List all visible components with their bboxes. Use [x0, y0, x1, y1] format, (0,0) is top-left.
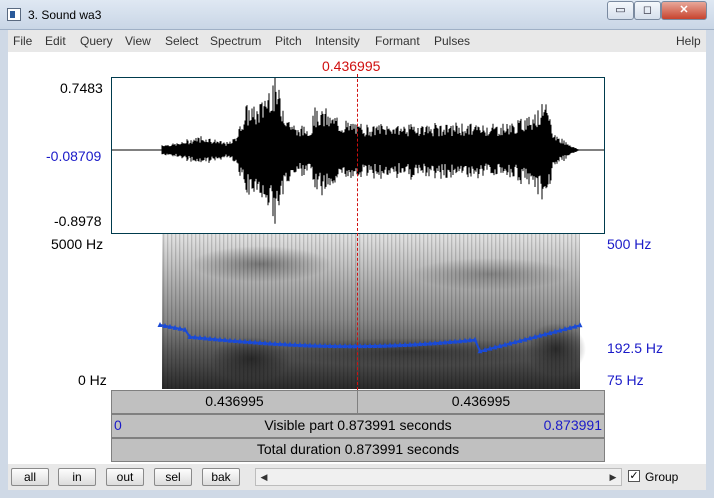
pitch-top-label: 500 Hz: [607, 236, 652, 252]
time-bar[interactable]: 0.436995 0.436995: [111, 390, 605, 414]
pitch-bottom-label: 75 Hz: [607, 372, 644, 388]
zoom-in-button[interactable]: in: [58, 468, 96, 486]
wave-min-label: -0.8978: [54, 213, 102, 229]
bottom-toolbar: all in out sel bak ◀ ▶ ✓ Group: [0, 464, 714, 490]
window-title: 3. Sound wa3: [28, 8, 102, 22]
cursor-line: [357, 74, 358, 390]
visible-end-value: 0.873991: [543, 417, 602, 433]
app-icon: [7, 8, 21, 21]
wave-max-label: 0.7483: [60, 80, 103, 96]
menu-formant[interactable]: Formant: [375, 34, 420, 48]
scroll-right-icon[interactable]: ▶: [605, 469, 621, 485]
menu-pulses[interactable]: Pulses: [434, 34, 470, 48]
spectrogram-panel[interactable]: [111, 234, 605, 389]
spectrogram-plot: [157, 234, 586, 389]
menu-spectrum[interactable]: Spectrum: [210, 34, 261, 48]
time-right-value[interactable]: 0.436995: [358, 393, 604, 409]
menu-edit[interactable]: Edit: [45, 34, 66, 48]
total-duration-label: Total duration 0.873991 seconds: [256, 441, 460, 457]
waveform-plot: [112, 78, 604, 224]
menu-bar: File Edit Query View Select Spectrum Pit…: [0, 30, 714, 52]
zoom-all-button[interactable]: all: [11, 468, 49, 486]
title-bar: 3. Sound wa3 ▭ ◻ ✕: [0, 0, 714, 30]
menu-intensity[interactable]: Intensity: [315, 34, 360, 48]
scroll-left-icon[interactable]: ◀: [256, 469, 272, 485]
maximize-button[interactable]: ◻: [634, 1, 661, 20]
menu-pitch[interactable]: Pitch: [275, 34, 302, 48]
menu-help[interactable]: Help: [676, 34, 701, 48]
menu-file[interactable]: File: [13, 34, 32, 48]
zoom-back-button[interactable]: bak: [202, 468, 240, 486]
time-left-value[interactable]: 0.436995: [112, 393, 357, 409]
menu-view[interactable]: View: [125, 34, 151, 48]
zoom-sel-button[interactable]: sel: [154, 468, 192, 486]
total-duration-bar[interactable]: Total duration 0.873991 seconds: [111, 438, 605, 462]
wave-zero-label: -0.08709: [46, 148, 102, 164]
zoom-out-button[interactable]: out: [106, 468, 144, 486]
spec-bottom-label: 0 Hz: [78, 372, 107, 388]
visible-part-label: Visible part 0.873991 seconds: [264, 417, 452, 433]
menu-select[interactable]: Select: [165, 34, 198, 48]
cursor-time-label: 0.436995: [322, 58, 381, 74]
menu-query[interactable]: Query: [80, 34, 113, 48]
horizontal-scrollbar[interactable]: ◀ ▶: [255, 468, 622, 486]
pitch-mid-label: 192.5 Hz: [607, 340, 664, 356]
close-button[interactable]: ✕: [661, 1, 707, 20]
minimize-button[interactable]: ▭: [607, 1, 634, 20]
spec-top-label: 5000 Hz: [51, 236, 104, 252]
group-checkbox[interactable]: ✓: [628, 470, 640, 482]
waveform-trace: [161, 78, 581, 224]
group-label: Group: [645, 470, 679, 484]
visible-part-bar[interactable]: 0 Visible part 0.873991 seconds 0.873991: [111, 414, 605, 438]
waveform-panel[interactable]: [111, 77, 605, 234]
